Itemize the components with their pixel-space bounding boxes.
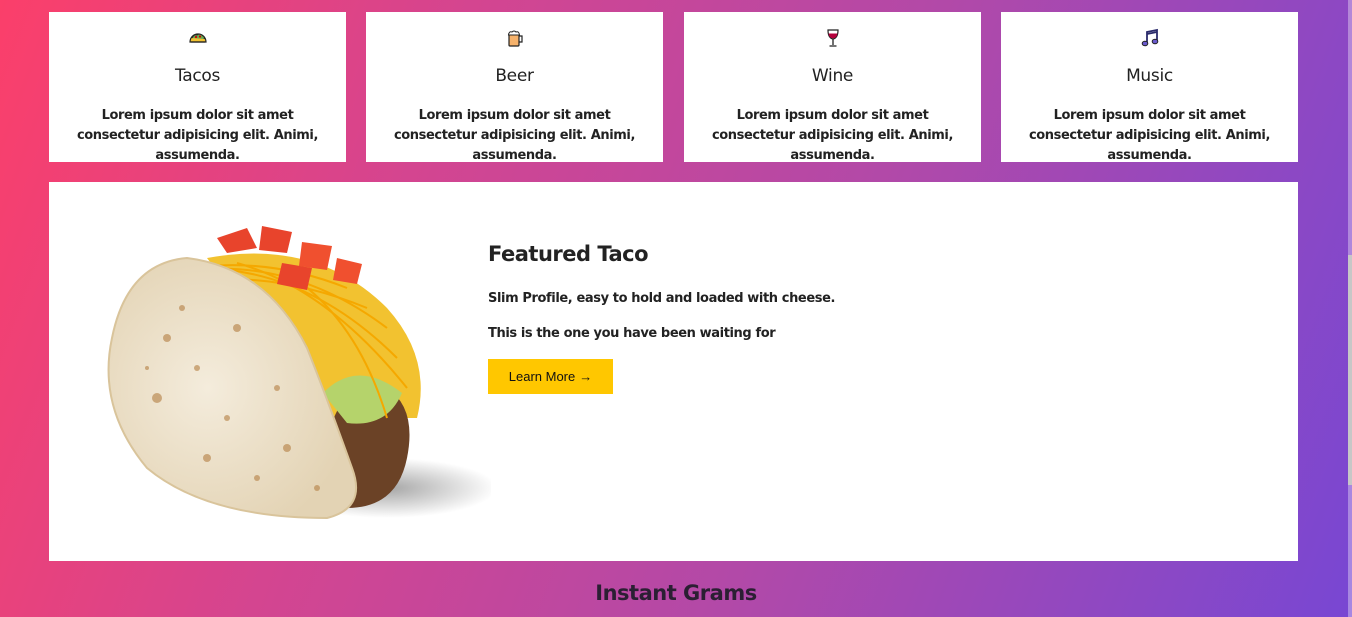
taco-image: [87, 218, 497, 524]
beer-mug-icon: [366, 28, 663, 48]
featured-description-1: Slim Profile, easy to hold and loaded wi…: [488, 291, 836, 306]
card-beer: Beer Lorem ipsum dolor sit amet consecte…: [366, 12, 663, 163]
feature-cards: Tacos Lorem ipsum dolor sit amet consect…: [49, 12, 1298, 163]
card-title: Music: [1126, 66, 1173, 86]
arrow-right-icon: →: [579, 369, 593, 384]
learn-more-button[interactable]: Learn More →: [488, 359, 613, 394]
card-tacos: Tacos Lorem ipsum dolor sit amet consect…: [49, 12, 346, 163]
instant-grams-heading: Instant Grams: [595, 581, 757, 605]
card-description: Lorem ipsum dolor sit amet consectetur a…: [1028, 108, 1271, 163]
card-wine: Wine Lorem ipsum dolor sit amet consecte…: [684, 12, 981, 163]
wine-glass-icon: [684, 28, 981, 48]
taco-icon: [49, 28, 346, 48]
card-title: Tacos: [174, 66, 221, 86]
card-description: Lorem ipsum dolor sit amet consectetur a…: [76, 108, 319, 163]
featured-taco-section: Featured Taco Slim Profile, easy to hold…: [49, 182, 1298, 561]
page-scrollbar[interactable]: [1348, 0, 1352, 617]
card-description: Lorem ipsum dolor sit amet consectetur a…: [711, 108, 954, 163]
scrollbar-thumb[interactable]: [1348, 255, 1352, 485]
card-description: Lorem ipsum dolor sit amet consectetur a…: [393, 108, 636, 163]
card-title: Beer: [495, 66, 534, 86]
featured-description-2: This is the one you have been waiting fo…: [488, 326, 776, 341]
music-note-icon: [1001, 28, 1298, 48]
card-title: Wine: [811, 66, 854, 86]
learn-more-label: Learn More: [508, 369, 576, 384]
card-music: Music Lorem ipsum dolor sit amet consect…: [1001, 12, 1298, 163]
featured-title: Featured Taco: [488, 242, 649, 266]
